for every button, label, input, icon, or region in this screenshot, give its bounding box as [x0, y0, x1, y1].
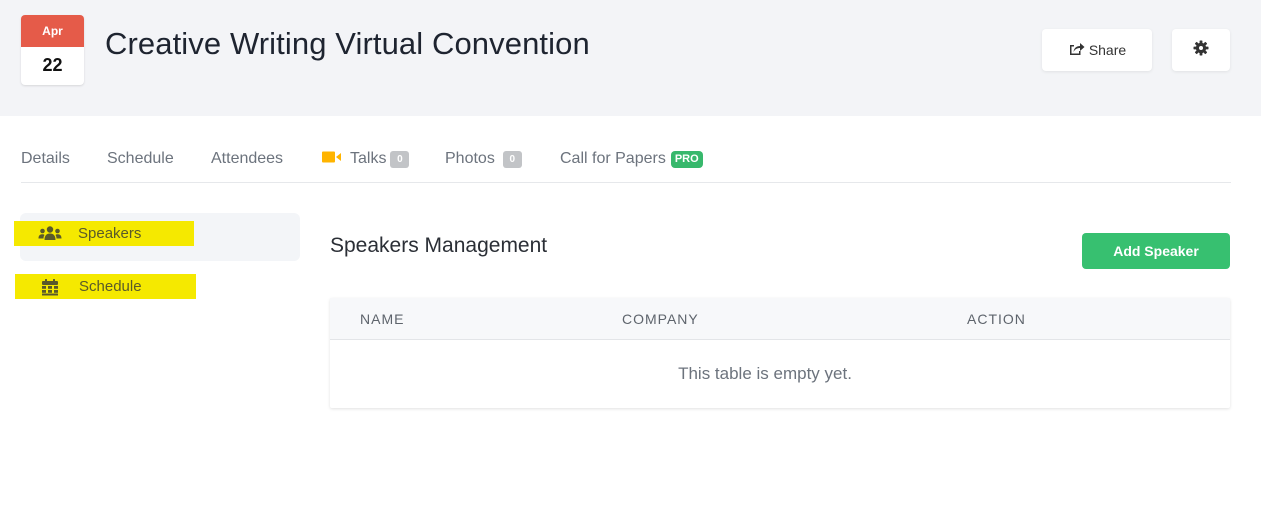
column-header-company[interactable]: COMPANY [622, 311, 699, 327]
talks-count-badge: 0 [390, 150, 410, 168]
tab-photos[interactable]: Photos 0 [445, 150, 522, 168]
event-header: Apr 22 Creative Writing Virtual Conventi… [0, 0, 1261, 116]
sidebar-item-label: Speakers [78, 225, 142, 242]
tab-label: Photos [445, 150, 495, 167]
column-header-name[interactable]: NAME [360, 311, 404, 327]
share-button[interactable]: Share [1042, 29, 1152, 71]
photos-count-badge: 0 [502, 150, 522, 168]
speakers-table: NAME COMPANY ACTION This table is empty … [330, 298, 1230, 408]
date-month: Apr [21, 15, 84, 47]
tab-label: Talks [350, 150, 387, 167]
column-header-action: ACTION [967, 311, 1026, 327]
pro-badge: PRO [670, 150, 703, 168]
event-date-badge: Apr 22 [21, 15, 84, 85]
add-speaker-button[interactable]: Add Speaker [1082, 233, 1230, 269]
empty-table-message: This table is empty yet. [678, 364, 852, 383]
tab-call-for-papers[interactable]: Call for Papers PRO [560, 150, 703, 168]
settings-button[interactable] [1172, 29, 1230, 71]
tab-label: Call for Papers [560, 150, 666, 167]
event-tabs: Details Schedule Attendees Talks 0 Photo… [21, 138, 1231, 183]
event-title: Creative Writing Virtual Convention [105, 26, 590, 61]
date-day: 22 [42, 55, 63, 75]
video-camera-icon [322, 150, 342, 168]
tab-label: Attendees [211, 150, 284, 167]
tab-label: Details [21, 150, 70, 167]
calendar-icon [42, 279, 58, 301]
sidebar-item-label: Schedule [79, 278, 142, 295]
sidebar-item-speakers[interactable]: Speakers [14, 221, 194, 246]
share-icon [1068, 41, 1085, 59]
tab-details[interactable]: Details [21, 150, 70, 168]
gear-icon [1193, 40, 1209, 61]
table-header: NAME COMPANY ACTION [330, 298, 1230, 340]
users-icon [38, 226, 62, 246]
section-title: Speakers Management [330, 234, 548, 257]
tab-attendees[interactable]: Attendees [211, 150, 283, 168]
sidebar-item-schedule[interactable]: Schedule [15, 274, 196, 299]
tab-schedule[interactable]: Schedule [107, 150, 174, 168]
tab-talks[interactable]: Talks 0 [322, 150, 410, 168]
tab-label: Schedule [107, 150, 174, 167]
share-label: Share [1088, 42, 1127, 58]
